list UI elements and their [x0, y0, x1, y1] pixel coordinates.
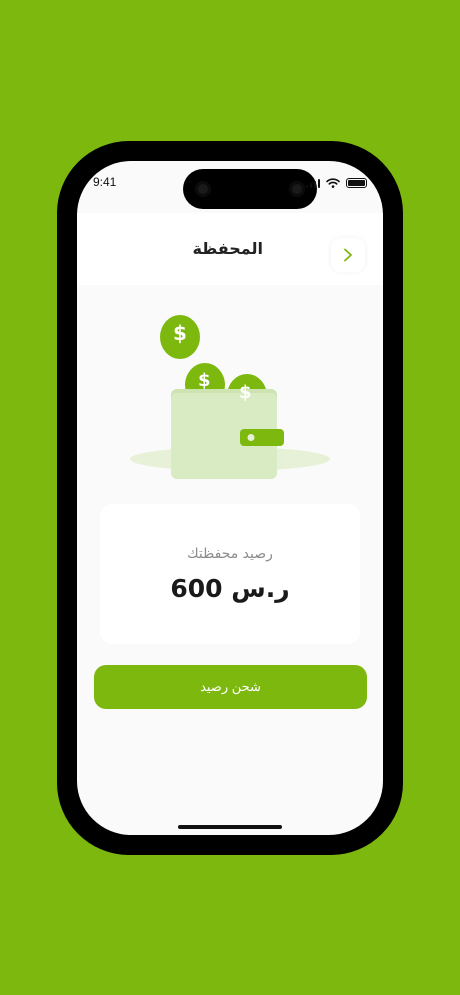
- screen: 9:41 المحفظة $ $ $ رصيد محفظتك 600 ر.س ش…: [77, 161, 383, 835]
- wifi-icon: [326, 178, 340, 188]
- signal-icon: [305, 178, 320, 188]
- dollar-icon: $: [239, 382, 252, 403]
- navbar: المحفظة: [77, 213, 383, 285]
- battery-icon: [346, 178, 367, 188]
- dollar-icon: $: [198, 370, 211, 391]
- page-title: المحفظة: [192, 239, 263, 258]
- chevron-right-icon: [344, 248, 352, 262]
- wallet-with-coins-icon: [130, 315, 330, 479]
- balance-label: رصيد محفظتك: [187, 546, 273, 562]
- balance-value: 600 ر.س: [170, 574, 290, 603]
- status-time: 9:41: [93, 175, 117, 189]
- sensor-icon: [289, 181, 305, 197]
- camera-icon: [195, 181, 211, 197]
- dollar-icon: $: [173, 321, 187, 345]
- status-icons: [305, 178, 367, 188]
- top-up-button[interactable]: شحن رصيد: [94, 665, 367, 709]
- phone-frame: 9:41 المحفظة $ $ $ رصيد محفظتك 600 ر.س ش…: [57, 141, 403, 855]
- back-button[interactable]: [331, 238, 365, 272]
- balance-card: رصيد محفظتك 600 ر.س: [100, 504, 360, 644]
- home-indicator: [178, 825, 282, 829]
- dynamic-island: [183, 169, 317, 209]
